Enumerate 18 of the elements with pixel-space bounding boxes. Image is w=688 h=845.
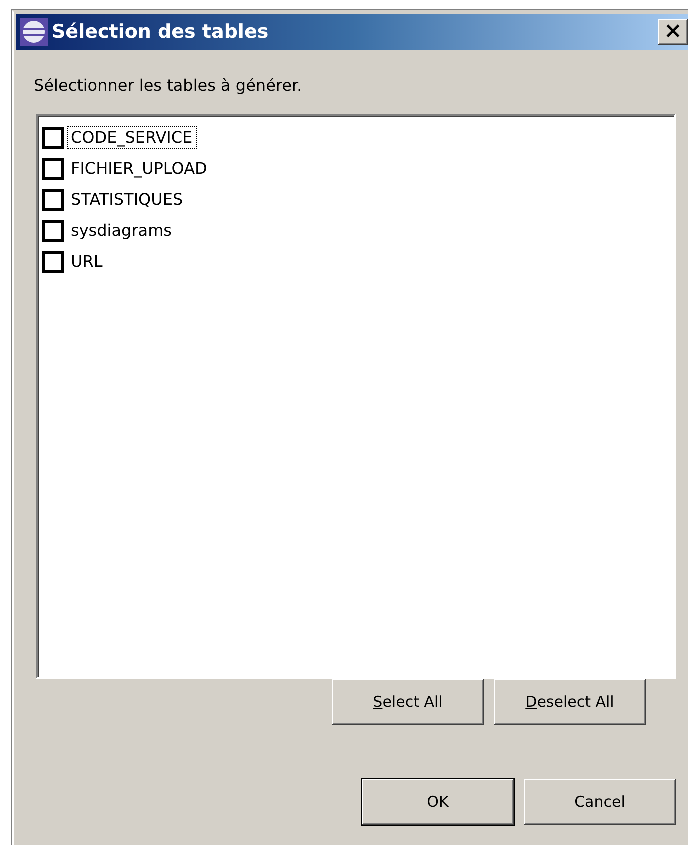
table-name[interactable]: URL (67, 250, 107, 273)
select-all-button[interactable]: Select All (332, 679, 484, 725)
checkbox[interactable] (42, 188, 64, 210)
table-name[interactable]: STATISTIQUES (67, 188, 188, 211)
table-name[interactable]: FICHIER_UPLOAD (67, 157, 212, 180)
cancel-button[interactable]: Cancel (524, 779, 676, 825)
deselect-all-button[interactable]: Deselect All (494, 679, 646, 725)
ok-button[interactable]: OK (362, 779, 514, 825)
window-title: Sélection des tables (52, 21, 269, 43)
checkbox[interactable] (42, 250, 64, 272)
checkbox[interactable] (42, 126, 64, 148)
close-button[interactable]: × (658, 19, 688, 45)
checkbox[interactable] (42, 158, 64, 180)
table-name[interactable]: CODE_SERVICE (67, 126, 197, 149)
instruction-text: Sélectionner les tables à générer. (34, 76, 304, 97)
checkbox[interactable] (42, 220, 64, 242)
table-name[interactable]: sysdiagrams (67, 219, 176, 242)
globe-icon (20, 18, 48, 46)
